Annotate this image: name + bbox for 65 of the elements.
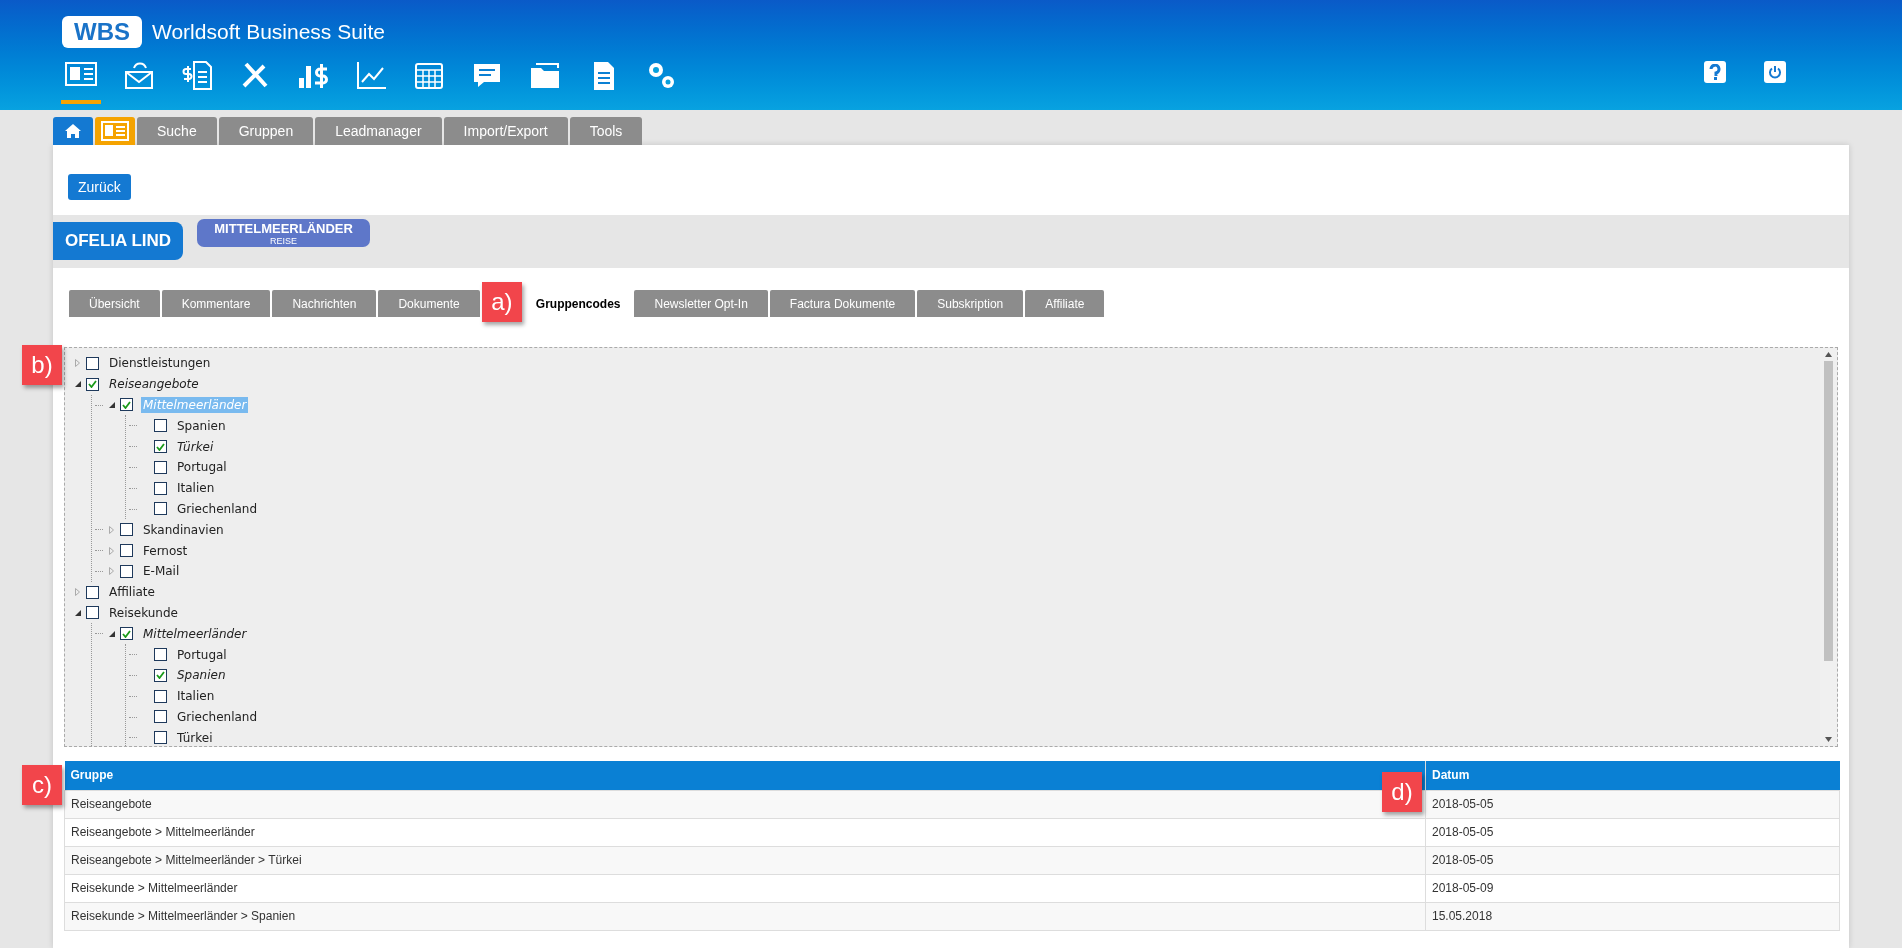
checkbox[interactable] (86, 377, 99, 391)
callout-label: d) (1382, 772, 1422, 812)
checkbox[interactable] (86, 606, 99, 620)
table-cell: Reiseangebote > Mittelmeerländer (64, 818, 1426, 846)
group-badge-subtitle: REISE (270, 237, 298, 246)
tree-item-label[interactable]: E-Mail (141, 563, 182, 580)
table-cell: 2018-05-05 (1425, 846, 1840, 874)
tree-item-label[interactable]: Mittelmeerländer (141, 625, 249, 642)
callout-label: a) (481, 282, 522, 322)
checkbox[interactable] (154, 440, 167, 454)
checkbox[interactable] (120, 627, 133, 641)
table-cell: 2018-05-05 (1425, 790, 1840, 818)
tree-item-label[interactable]: Skandinavien (141, 521, 226, 538)
app-title: Worldsoft Business Suite (152, 19, 386, 46)
tree-item-label[interactable]: Griechenland (175, 708, 260, 725)
tree-item-label[interactable]: Türkei (175, 438, 216, 455)
home-tab[interactable] (53, 117, 93, 145)
contact-name: OFELIA LIND (53, 222, 184, 260)
tree-item-label[interactable]: Reisekunde (107, 604, 180, 621)
checkbox[interactable] (154, 502, 167, 516)
checkbox[interactable] (120, 544, 133, 558)
logo: WBS (62, 16, 142, 48)
tree-item-label[interactable]: Spanien (175, 417, 228, 434)
dollar-document-icon[interactable] (180, 58, 214, 92)
tree-item-label[interactable]: Portugal (175, 459, 229, 476)
scroll-up-icon[interactable] (1825, 352, 1832, 357)
checkbox[interactable] (154, 710, 167, 724)
table-cell: 2018-05-09 (1425, 874, 1840, 902)
column-header[interactable]: Datum (1425, 761, 1840, 790)
checkbox[interactable] (154, 481, 167, 495)
tree-item-label[interactable]: Reiseangebote (107, 376, 201, 393)
tree-item-label[interactable]: Dienstleistungen (107, 355, 213, 372)
tree-item-label[interactable]: Fernost (141, 542, 190, 559)
checkbox[interactable] (154, 668, 167, 682)
scroll-down-icon[interactable] (1825, 737, 1832, 742)
checkbox[interactable] (154, 648, 167, 662)
checkbox[interactable] (154, 460, 167, 474)
checkbox[interactable] (154, 419, 167, 433)
table-cell: Reisekunde > Mittelmeerländer (64, 874, 1426, 902)
tree-item-label[interactable]: Italien (175, 480, 217, 497)
table-cell: Reisekunde > Mittelmeerländer > Spanien (64, 902, 1426, 930)
help-icon[interactable] (1704, 61, 1726, 83)
tree-item-label[interactable]: Portugal (175, 646, 229, 663)
tree-item-label[interactable]: Türkei (175, 729, 215, 746)
table-cell: Reiseangebote > Mittelmeerländer > Türkei (64, 846, 1426, 874)
group-badge-title: MITTELMEERLÄNDER (214, 222, 353, 235)
checkbox[interactable] (154, 689, 167, 703)
power-icon[interactable] (1764, 61, 1786, 83)
id-card-icon (101, 121, 129, 141)
tree-item-label[interactable]: Italien (175, 688, 217, 705)
checkbox[interactable] (120, 564, 133, 578)
tree-item-label[interactable]: Griechenland (175, 500, 260, 517)
checkbox[interactable] (154, 731, 167, 745)
callout-label: b) (22, 345, 62, 385)
checkbox[interactable] (86, 585, 99, 599)
back-button[interactable]: Zurück (68, 174, 131, 200)
tree-item-label[interactable]: Affiliate (107, 584, 157, 601)
callout-label: c) (22, 765, 62, 805)
checkbox[interactable] (86, 356, 99, 370)
tree-item-label[interactable]: Spanien (175, 667, 228, 684)
home-icon (64, 123, 82, 139)
table-cell: 15.05.2018 (1425, 902, 1840, 930)
checkbox[interactable] (120, 523, 133, 537)
table-cell: 2018-05-05 (1425, 818, 1840, 846)
checkbox[interactable] (120, 398, 133, 412)
